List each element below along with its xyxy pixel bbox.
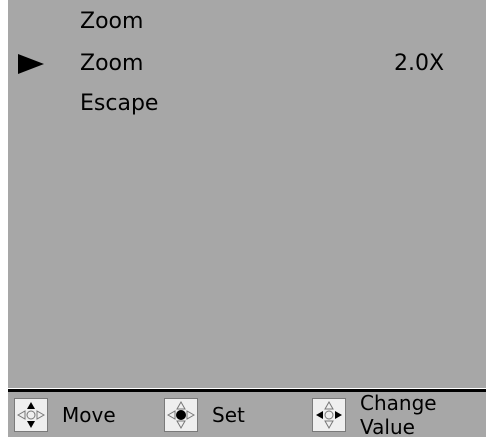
- menu-item-escape[interactable]: Escape: [8, 88, 486, 120]
- change-value-hint: Change Value: [312, 390, 486, 439]
- menu-item-label: Zoom: [80, 51, 144, 76]
- footer-hints: Move Set Change Value: [8, 390, 486, 439]
- change-value-label: Change Value: [360, 390, 437, 439]
- menu-item-label: Escape: [80, 91, 159, 116]
- set-label: Set: [212, 402, 245, 427]
- set-hint: Set: [164, 392, 245, 437]
- dpad-left-right-icon: [312, 397, 346, 432]
- osd-menu-screen: Zoom Zoom 2.0X Escape: [8, 0, 486, 388]
- move-hint: Move: [14, 392, 116, 437]
- selection-cursor-icon: [18, 54, 44, 74]
- dpad-up-down-icon: [14, 397, 48, 432]
- menu-item-zoom[interactable]: Zoom 2.0X: [8, 48, 486, 80]
- menu-title: Zoom: [80, 9, 144, 34]
- dpad-center-icon: [164, 397, 198, 432]
- move-label: Move: [62, 402, 116, 427]
- zoom-value: 2.0X: [394, 51, 445, 76]
